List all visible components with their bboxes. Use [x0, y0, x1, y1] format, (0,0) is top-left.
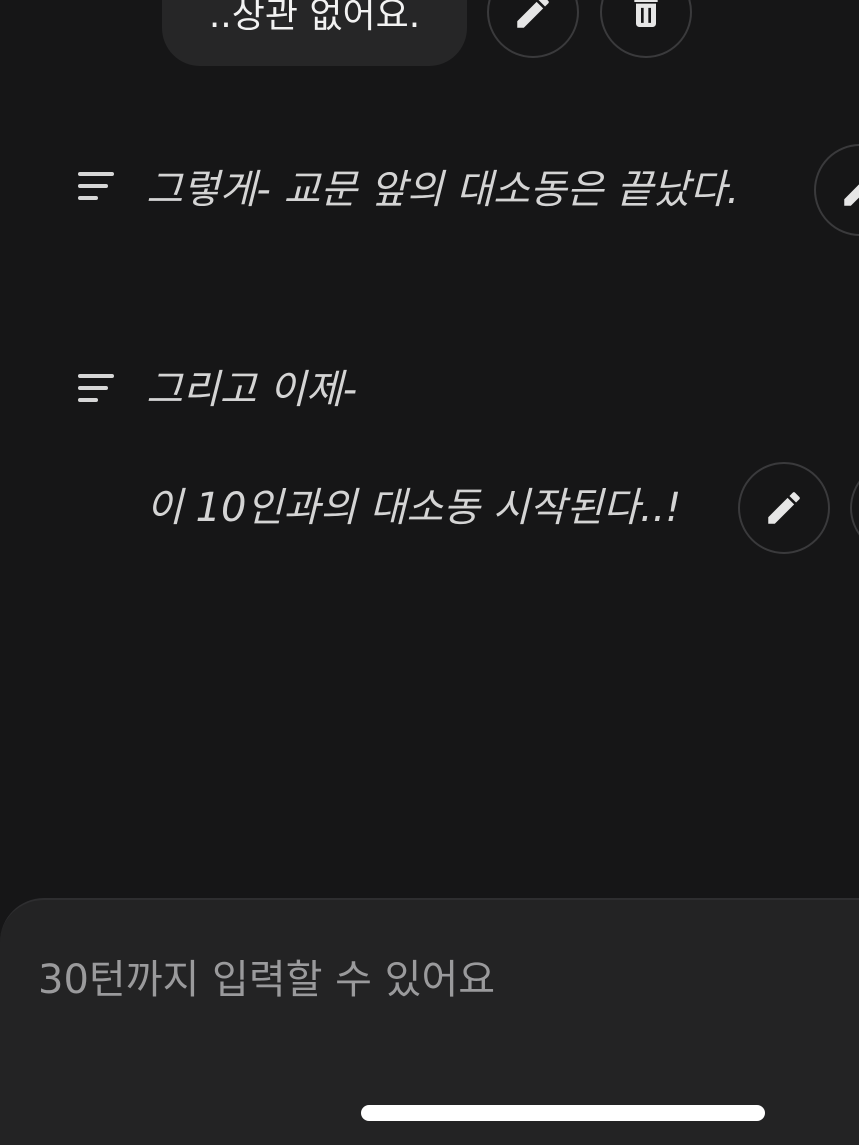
delete-message-button[interactable] [600, 0, 692, 58]
narration-text-line1: 그리고 이제- [146, 367, 358, 413]
delete-narration-button[interactable] [850, 462, 859, 554]
chat-screen: ..상관 없어요. 그렇게- 교문 앞의 대소동은 끝났다. 그리고 이제- 이… [0, 0, 859, 1145]
narration-lines-icon [78, 374, 114, 402]
home-indicator[interactable] [361, 1105, 765, 1121]
message-input[interactable] [38, 956, 818, 1004]
edit-narration-button[interactable] [738, 462, 830, 554]
pencil-icon [844, 184, 859, 206]
trash-icon [634, 0, 658, 27]
narration-text: 그렇게- 교문 앞의 대소동은 끝났다. [146, 167, 740, 213]
user-message-text: ..상관 없어요. [208, 0, 421, 36]
narration-text-line2: 이 10인과의 대소동 시작된다..! [146, 485, 682, 531]
edit-narration-button[interactable] [814, 144, 859, 236]
edit-message-button[interactable] [487, 0, 579, 58]
pencil-icon [768, 492, 800, 524]
user-message-bubble: ..상관 없어요. [162, 0, 467, 66]
pencil-icon [517, 0, 549, 28]
narration-lines-icon [78, 172, 114, 200]
